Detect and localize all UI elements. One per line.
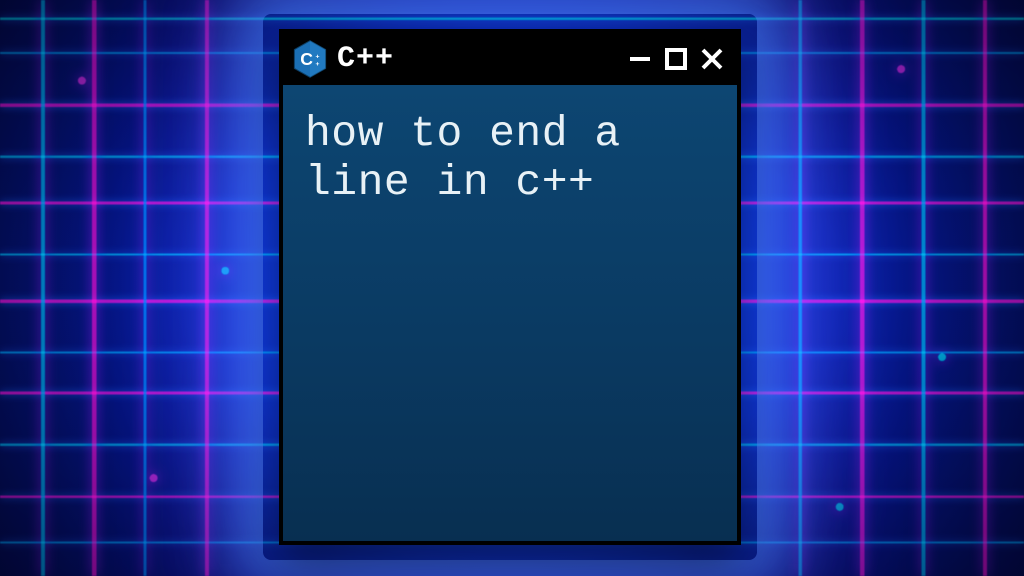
svg-text:+: + xyxy=(315,53,319,60)
window-title: C++ xyxy=(337,42,394,76)
svg-text:+: + xyxy=(315,61,319,68)
cpp-logo-icon: C + + xyxy=(293,40,327,78)
body-text: how to end a line in c++ xyxy=(305,109,715,208)
minimize-icon[interactable] xyxy=(627,46,653,72)
terminal-window: C + + C++ how to end a line in c++ xyxy=(280,30,740,544)
titlebar[interactable]: C + + C++ xyxy=(283,33,737,85)
maximize-icon[interactable] xyxy=(663,46,689,72)
close-icon[interactable] xyxy=(699,46,725,72)
svg-text:C: C xyxy=(300,49,313,69)
window-body: how to end a line in c++ xyxy=(283,85,737,541)
window-controls xyxy=(627,46,725,72)
